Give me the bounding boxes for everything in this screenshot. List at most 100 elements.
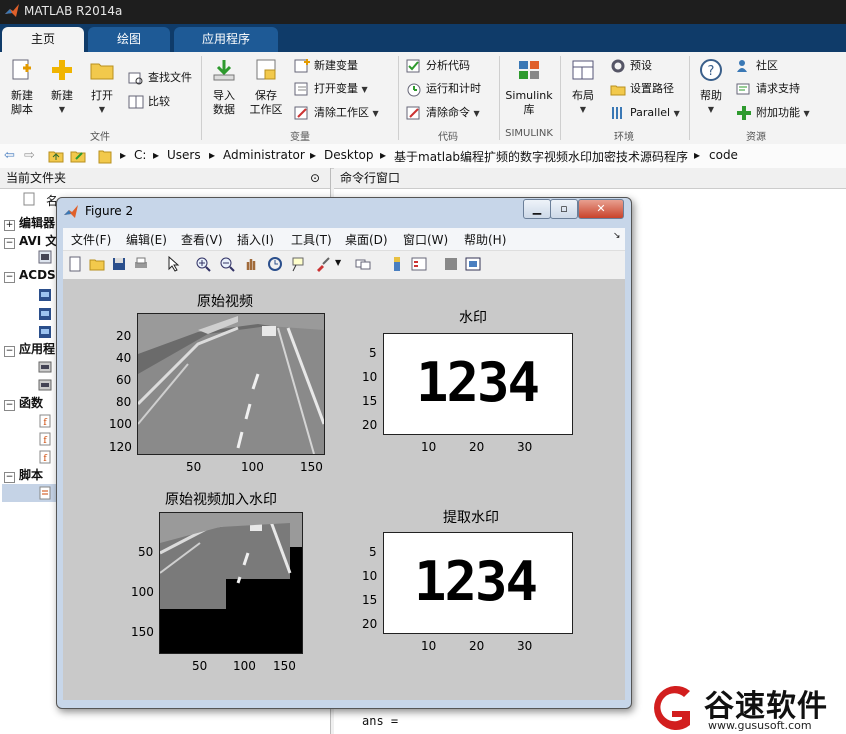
clear-workspace-button[interactable]: 清除工作区 ▼	[294, 103, 379, 123]
compare-button[interactable]: 比较	[128, 92, 170, 112]
group-acdsee[interactable]: − ACDS	[0, 268, 56, 286]
breadcrumb-item[interactable]: code	[709, 148, 738, 162]
breadcrumb-separator: ▸	[120, 148, 127, 162]
set-path-icon	[610, 85, 626, 96]
group-functions[interactable]: − 函数	[0, 394, 43, 412]
clear-commands-button[interactable]: 清除命令 ▼	[406, 103, 480, 123]
help-button[interactable]: ? 帮助 ▼	[694, 58, 728, 117]
exe-file-icon[interactable]	[38, 360, 52, 374]
new-figure-icon[interactable]	[67, 256, 83, 272]
y-tick: 10	[362, 370, 378, 384]
menu-view[interactable]: 查看(V)	[181, 231, 223, 248]
open-icon[interactable]	[89, 256, 105, 272]
avi-file-icon[interactable]	[38, 250, 52, 264]
parallel-button[interactable]: Parallel ▼	[610, 103, 680, 123]
breadcrumb-item[interactable]: Users	[167, 148, 201, 162]
menu-file[interactable]: 文件(F)	[71, 231, 111, 248]
new-script-button[interactable]: 新建 脚本	[4, 58, 40, 117]
breadcrumb-item[interactable]: Desktop	[324, 148, 374, 162]
function-file-icon[interactable]: f	[38, 450, 52, 464]
zoom-in-icon[interactable]	[195, 256, 211, 272]
bmp-file-icon[interactable]	[38, 325, 52, 339]
print-icon[interactable]	[133, 256, 149, 272]
link-icon[interactable]	[355, 256, 371, 272]
analyze-code-button[interactable]: 分析代码	[406, 56, 470, 76]
collapse-icon[interactable]: −	[4, 472, 15, 483]
rotate-icon[interactable]	[267, 256, 283, 272]
breadcrumb-item[interactable]: 基于matlab编程扩频的数字视频水印加密技术源码程序	[394, 148, 688, 165]
zoom-out-icon[interactable]	[219, 256, 235, 272]
colorbar-icon[interactable]	[389, 256, 405, 272]
code-group-label: 代码	[438, 132, 458, 143]
analyze-code-label: 分析代码	[426, 59, 470, 72]
current-folder-title: 当前文件夹	[6, 171, 67, 185]
add-ons-button[interactable]: 附加功能 ▼	[736, 103, 810, 123]
pan-icon[interactable]	[243, 256, 259, 272]
community-button[interactable]: 社区	[736, 56, 778, 76]
collapse-icon[interactable]: −	[4, 346, 15, 357]
menu-insert[interactable]: 插入(I)	[237, 231, 274, 248]
up-folder-icon[interactable]	[48, 149, 64, 163]
forward-arrow-icon[interactable]: ⇨	[24, 148, 35, 163]
breadcrumb-separator: ▸	[310, 148, 317, 162]
menu-help[interactable]: 帮助(H)	[464, 231, 506, 248]
chevron-down-icon: ▼	[58, 105, 66, 114]
maximize-button[interactable]: ▫	[550, 199, 578, 219]
tab-apps[interactable]: 应用程序	[174, 27, 278, 52]
chevron-down-icon[interactable]: ▼	[335, 258, 341, 267]
menu-edit[interactable]: 编辑(E)	[126, 231, 167, 248]
back-arrow-icon[interactable]: ⇦	[4, 148, 15, 163]
exe-file-icon[interactable]	[38, 378, 52, 392]
panel-menu-icon[interactable]: ⊙	[310, 168, 320, 188]
browse-folder-icon[interactable]	[70, 149, 86, 163]
set-path-button[interactable]: 设置路径	[610, 79, 674, 99]
save-icon[interactable]	[111, 256, 127, 272]
new-button[interactable]: 新建 ▼	[44, 58, 80, 117]
y-tick: 20	[116, 329, 132, 343]
import-data-button[interactable]: 导入 数据	[206, 58, 242, 117]
bmp-file-icon[interactable]	[38, 288, 52, 302]
group-editor[interactable]: + 编辑器	[0, 214, 55, 232]
layout-button[interactable]: 布局 ▼	[564, 58, 602, 117]
menu-window[interactable]: 窗口(W)	[403, 231, 448, 248]
collapse-icon[interactable]: −	[4, 400, 15, 411]
show-plot-tools-icon[interactable]	[465, 256, 481, 272]
group-applications[interactable]: − 应用程	[0, 340, 55, 358]
close-button[interactable]: ✕	[578, 199, 624, 219]
breadcrumb-item[interactable]: C:	[134, 148, 146, 162]
brand-watermark: 谷速软件 www.gususoft.com	[646, 681, 846, 734]
minimize-button[interactable]: ▁	[523, 199, 551, 219]
breadcrumb-item[interactable]: Administrator	[223, 148, 305, 162]
simulink-library-button[interactable]: Simulink 库	[502, 58, 556, 117]
open-variable-button[interactable]: 打开变量 ▼	[294, 79, 368, 99]
group-scripts[interactable]: − 脚本	[0, 466, 43, 484]
legend-icon[interactable]	[411, 256, 427, 272]
dock-arrow-icon[interactable]: ↘	[613, 231, 621, 241]
function-file-icon[interactable]: f	[38, 414, 52, 428]
expand-icon[interactable]: +	[4, 220, 15, 231]
brand-logo-icon	[654, 686, 690, 730]
collapse-icon[interactable]: −	[4, 272, 15, 283]
new-variable-button[interactable]: 新建变量	[294, 56, 358, 76]
preferences-button[interactable]: 预设	[610, 56, 652, 76]
bmp-file-icon[interactable]	[38, 307, 52, 321]
group-avi[interactable]: − AVI 文	[0, 232, 57, 250]
run-and-time-button[interactable]: 运行和计时	[406, 79, 481, 99]
pointer-icon[interactable]	[165, 256, 181, 272]
tab-plots[interactable]: 绘图	[88, 27, 170, 52]
find-files-button[interactable]: 查找文件	[128, 68, 192, 88]
data-cursor-icon[interactable]	[291, 256, 307, 272]
hide-plot-tools-icon[interactable]	[443, 256, 459, 272]
group-label: 脚本	[19, 468, 44, 482]
brush-icon[interactable]	[315, 256, 331, 272]
tab-home[interactable]: 主页	[2, 27, 84, 52]
menu-desktop[interactable]: 桌面(D)	[345, 231, 388, 248]
figure-window[interactable]: Figure 2 ▁ ▫ ✕ 文件(F) 编辑(E) 查看(V) 插入(I) 工…	[56, 197, 632, 709]
watermarked-video-frame	[159, 512, 303, 654]
menu-tools[interactable]: 工具(T)	[291, 231, 332, 248]
open-button[interactable]: 打开 ▼	[84, 58, 120, 117]
function-file-icon[interactable]: f	[38, 432, 52, 446]
collapse-icon[interactable]: −	[4, 238, 15, 249]
save-workspace-button[interactable]: 保存 工作区	[246, 58, 286, 117]
request-support-button[interactable]: 请求支持	[736, 79, 800, 99]
